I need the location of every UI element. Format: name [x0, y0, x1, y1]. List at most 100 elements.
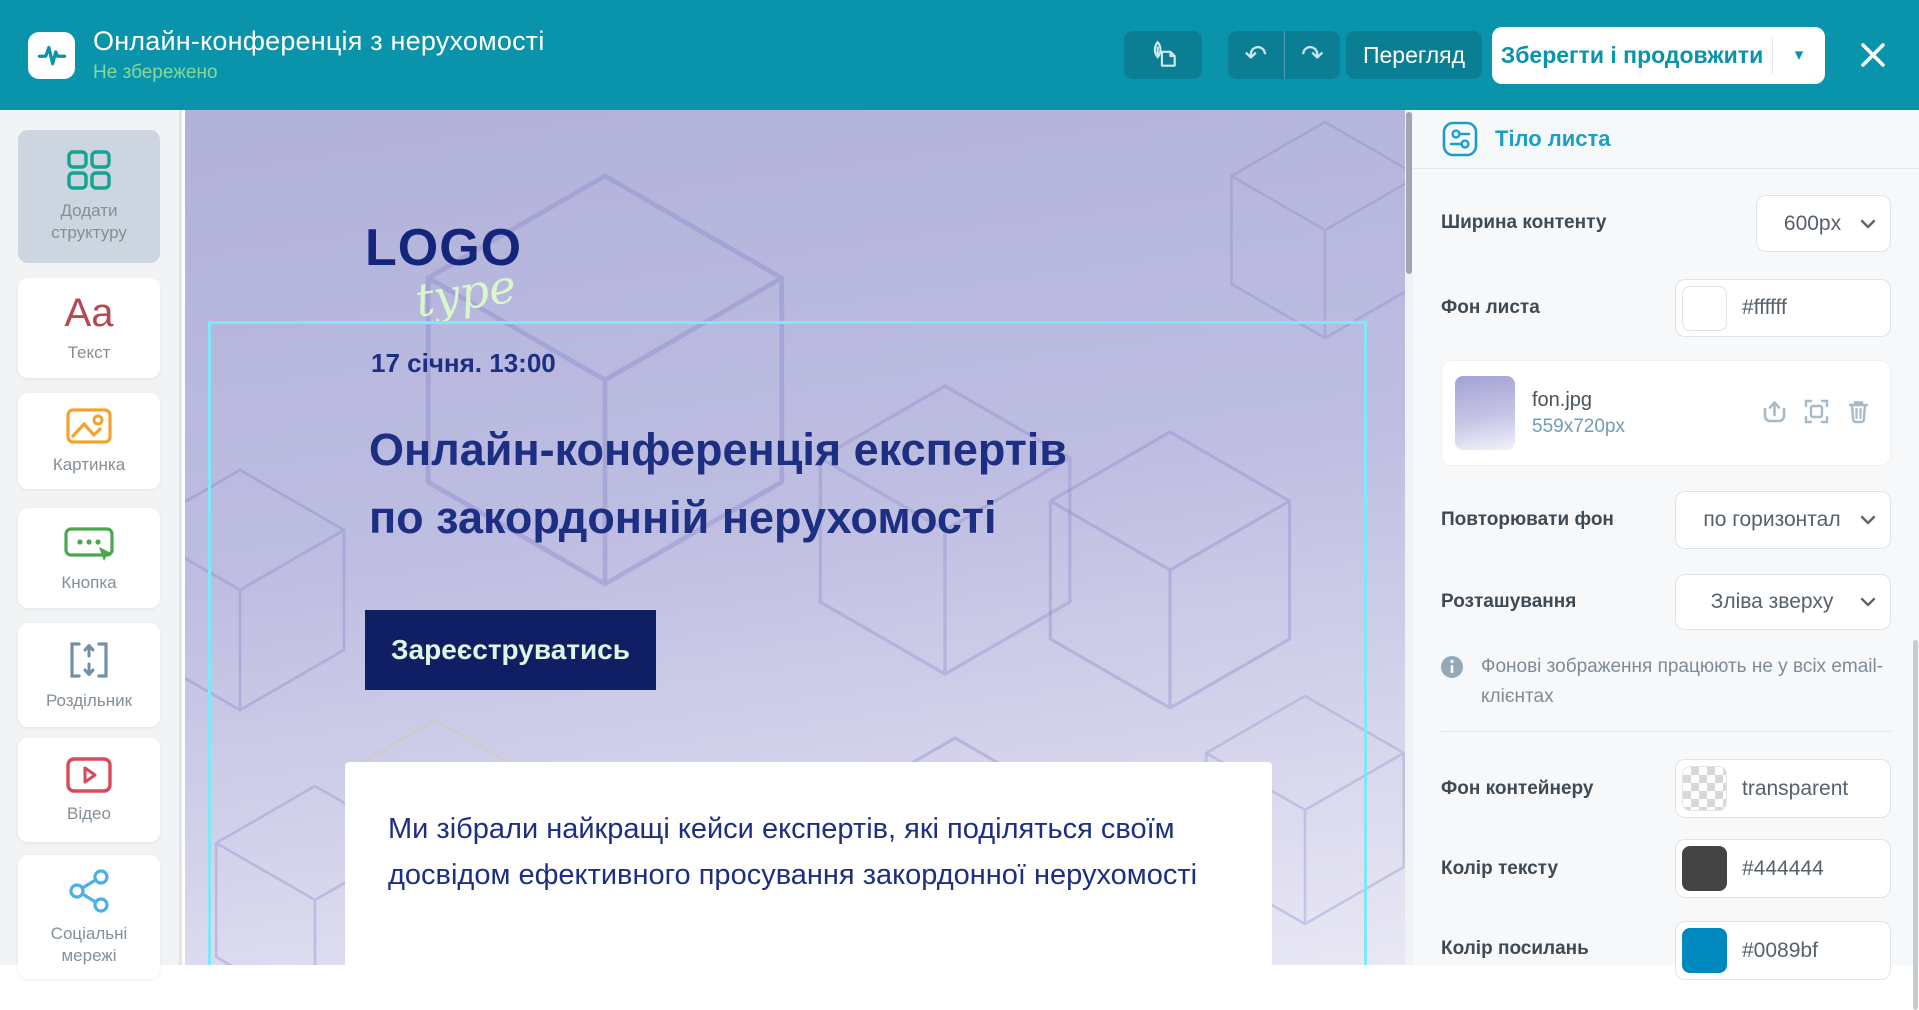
file-actions	[1759, 396, 1874, 430]
document-title-block: Онлайн-конференція з нерухомості Не збер…	[93, 26, 545, 84]
panel-title: Тіло листа	[1495, 126, 1611, 151]
text-color-swatch[interactable]	[1682, 846, 1727, 891]
save-button-label: Зберегти і продовжити	[1500, 41, 1764, 68]
text-color-input[interactable]: #444444	[1675, 839, 1891, 898]
info-text: Фонові зображення працюють не у всіх ema…	[1481, 656, 1884, 707]
email-date-text[interactable]: 17 січня. 13:00	[371, 348, 556, 379]
delete-image-button[interactable]	[1843, 396, 1874, 430]
sidebar-item-label: Роздільник	[45, 690, 133, 710]
sidebar-item-text[interactable]: Aa Текст	[18, 278, 160, 378]
link-color-label: Колір посилань	[1441, 938, 1589, 959]
trash-icon	[1848, 401, 1869, 424]
file-meta: fon.jpg 559x720px	[1532, 389, 1625, 438]
divider-icon	[70, 641, 108, 678]
letter-bg-color-swatch[interactable]	[1682, 285, 1727, 331]
save-status: Не збережено	[93, 62, 218, 83]
sidebar-item-label: Текст	[67, 342, 111, 362]
pulse-icon	[37, 45, 66, 66]
repeat-bg-value: по горизонтал	[1703, 508, 1841, 531]
email-logo-block[interactable]: LOGO type	[365, 218, 522, 328]
image-icon	[66, 407, 112, 444]
design-settings-button[interactable]	[1124, 31, 1202, 79]
background-image-thumbnail[interactable]	[1455, 376, 1515, 450]
document-title: Онлайн-конференція з нерухомості	[93, 26, 545, 56]
canvas-scrollbar-thumb[interactable]	[1406, 112, 1412, 274]
upload-image-button[interactable]	[1759, 396, 1790, 430]
register-button[interactable]: Зареєструватись	[365, 610, 656, 690]
sidebar-item-label: Кнопка	[61, 572, 117, 592]
sidebar-item-label: Картинка	[52, 454, 126, 474]
canvas-scrollbar-track[interactable]	[1405, 110, 1413, 965]
container-bg-color-input[interactable]: transparent	[1675, 759, 1891, 818]
panel-divider	[1413, 168, 1919, 169]
text-icon: Aa	[64, 290, 114, 335]
position-select[interactable]: Зліва зверху	[1675, 574, 1891, 630]
topbar-actions: ↶ ↷ Перегляд Зберегти і продовжити ▾	[1124, 26, 1891, 84]
content-width-label: Ширина контенту	[1441, 212, 1607, 233]
preview-button[interactable]: Перегляд	[1346, 31, 1482, 79]
top-bar: Онлайн-конференція з нерухомості Не збер…	[0, 0, 1919, 110]
content-width-select[interactable]: 600px	[1756, 195, 1891, 252]
sidebar-item-image[interactable]: Картинка	[18, 393, 160, 489]
upload-icon	[1763, 401, 1786, 423]
sidebar-item-add-structure[interactable]: Додати структуру	[18, 130, 160, 263]
chevron-down-icon	[1860, 515, 1876, 525]
panel-divider	[1441, 731, 1891, 732]
text-color-value: #444444	[1742, 856, 1824, 880]
repeat-bg-select[interactable]: по горизонтал	[1675, 491, 1891, 549]
app-logo	[28, 31, 75, 79]
text-color-label: Колір тексту	[1441, 858, 1559, 879]
save-dropdown-caret[interactable]: ▾	[1773, 27, 1825, 84]
container-bg-color-swatch[interactable]	[1682, 766, 1727, 811]
sidebar-item-label: Соціальні мережі	[50, 923, 128, 965]
container-bg-label: Фон контейнеру	[1441, 778, 1594, 799]
repeat-bg-label: Повторювати фон	[1441, 509, 1614, 530]
selection-border-top	[208, 321, 1367, 324]
close-editor-button[interactable]	[1855, 37, 1891, 73]
undo-button[interactable]: ↶	[1228, 31, 1284, 79]
add-structure-icon	[67, 150, 111, 190]
redo-button[interactable]: ↷	[1285, 31, 1341, 79]
email-text-block[interactable]: Ми зібрали найкращі кейси експертів, які…	[345, 762, 1272, 965]
letter-bg-color-value: #ffffff	[1742, 296, 1787, 319]
button-icon	[64, 526, 114, 561]
panel-scrollbar-thumb[interactable]	[1913, 640, 1918, 1010]
sidebar-item-button[interactable]: Кнопка	[18, 508, 160, 608]
link-color-swatch[interactable]	[1682, 928, 1727, 973]
undo-redo-group: ↶ ↷	[1228, 31, 1340, 79]
sidebar-item-label: Відео	[67, 803, 111, 823]
file-dimensions: 559x720px	[1532, 415, 1625, 437]
file-name: fon.jpg	[1532, 388, 1593, 411]
email-canvas[interactable]: LOGO type 17 січня. 13:00 Онлайн-конфере…	[185, 110, 1405, 965]
sidebar-item-social[interactable]: Соціальні мережі	[18, 855, 160, 979]
background-file-card: fon.jpg 559x720px	[1441, 360, 1891, 466]
sidebar-item-video[interactable]: Відео	[18, 738, 160, 842]
panel-header: Тіло листа	[1413, 110, 1919, 168]
save-and-continue-button[interactable]: Зберегти і продовжити ▾	[1492, 26, 1825, 84]
email-body-settings-icon	[1442, 121, 1478, 157]
chevron-down-icon	[1860, 597, 1876, 607]
info-note: Фонові зображення працюють не у всіх ema…	[1440, 652, 1892, 712]
selection-border-left	[208, 321, 211, 965]
link-color-value: #0089bf	[1742, 938, 1818, 962]
close-icon	[1861, 43, 1885, 67]
link-color-input[interactable]: #0089bf	[1675, 921, 1891, 980]
letter-bg-label: Фон листа	[1441, 297, 1540, 318]
email-body-text: Ми зібрали найкращі кейси експертів, які…	[388, 813, 1198, 891]
position-value: Зліва зверху	[1710, 590, 1834, 613]
sidebar-item-label: Додати структуру	[51, 201, 127, 242]
info-icon	[1441, 656, 1463, 678]
letter-bg-color-input[interactable]: #ffffff	[1675, 279, 1891, 337]
container-bg-color-value: transparent	[1742, 776, 1849, 800]
email-heading[interactable]: Онлайн-конференція експертів по закордон…	[369, 416, 1067, 552]
resize-image-icon	[1804, 399, 1829, 424]
design-icon	[1153, 40, 1176, 67]
sidebar-item-divider[interactable]: Роздільник	[18, 623, 160, 727]
settings-panel: Тіло листа Ширина контенту 600px Фон лис…	[1413, 110, 1919, 1010]
resize-image-button[interactable]	[1801, 396, 1832, 430]
social-icon	[69, 868, 109, 913]
video-icon	[66, 756, 112, 793]
chevron-down-icon	[1860, 219, 1876, 228]
blocks-sidebar: Додати структуру Aa Текст Картинка Кнопк…	[0, 110, 182, 979]
email-heading-line2: по закордонній нерухомості	[369, 492, 997, 543]
